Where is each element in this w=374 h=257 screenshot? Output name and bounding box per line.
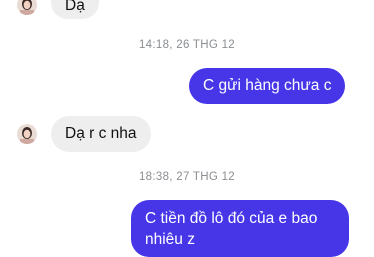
message-text: Dạ r c nha (65, 125, 137, 142)
chat-thread[interactable]: Dạ 14:18, 26 THG 12 C gửi hàng chưa c Dạ… (0, 0, 374, 257)
contact-avatar[interactable] (17, 124, 37, 144)
timestamp: 14:18, 26 THG 12 (138, 39, 235, 51)
message-text-line: C tiền đồ lô đó của e bao (145, 210, 318, 227)
incoming-message[interactable]: Dạ (51, 0, 99, 19)
outgoing-message[interactable]: C tiền đồ lô đó của e bao nhiêu z (131, 200, 349, 257)
timestamp: 18:38, 27 THG 12 (138, 171, 235, 183)
message-text-line: nhiêu z (145, 231, 195, 248)
contact-avatar[interactable] (17, 0, 37, 15)
outgoing-message[interactable]: C gửi hàng chưa c (189, 68, 346, 104)
incoming-message[interactable]: Dạ r c nha (51, 116, 151, 152)
message-text: C gửi hàng chưa c (203, 77, 332, 94)
message-text: Dạ (65, 0, 85, 14)
